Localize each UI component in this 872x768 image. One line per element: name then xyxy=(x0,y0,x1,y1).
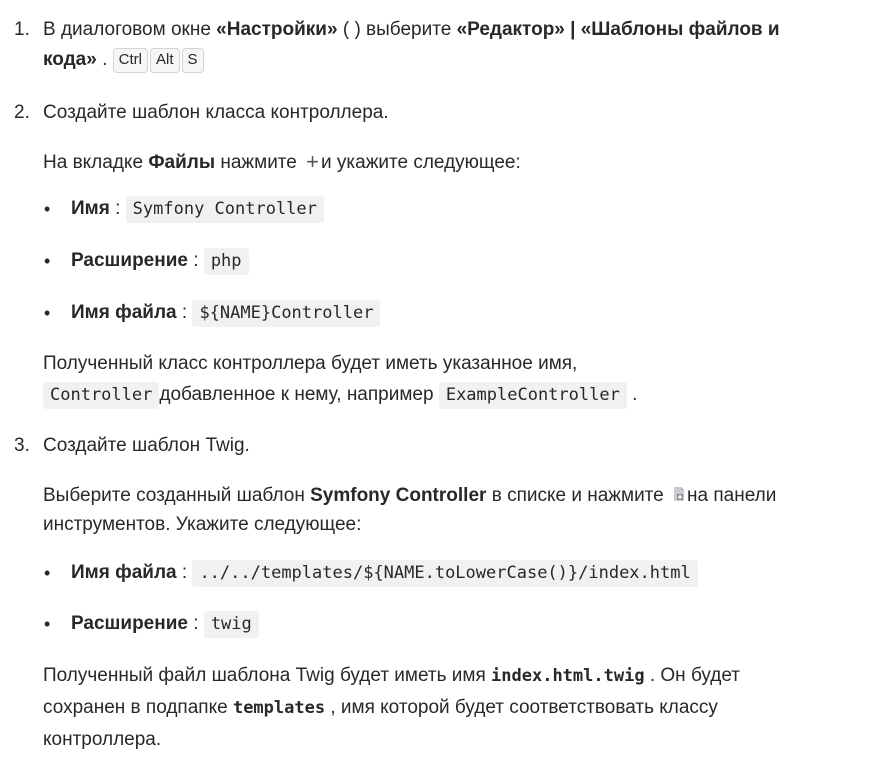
template-name: Symfony Controller xyxy=(310,485,487,506)
field-filename: Имя файла : ../../templates/${NAME.toLow… xyxy=(71,560,698,587)
bullet: • xyxy=(44,251,51,271)
step2-result-line1: Полученный класс контроллера будет иметь… xyxy=(43,353,578,374)
code-value: ${NAME}Controller xyxy=(192,300,381,327)
add-child-template-icon xyxy=(672,485,686,501)
step1-line1: В диалоговом окне «Настройки» ( ) выбери… xyxy=(43,19,780,40)
step-number: 2. xyxy=(14,102,30,123)
plus-icon: + xyxy=(306,149,319,174)
bullet: • xyxy=(44,563,51,583)
step2-instruction: На вкладке Файлы нажмите + и укажите след… xyxy=(43,149,521,174)
files-tab-name: Файлы xyxy=(148,152,216,173)
step2-title: Создайте шаблон класса контроллера. xyxy=(43,102,389,123)
field-extension: Расширение : twig xyxy=(71,611,259,638)
templates-folder-name: templates xyxy=(232,698,326,718)
bullet: • xyxy=(44,614,51,634)
step1-line2: кода» . Ctrl Alt S xyxy=(43,47,206,73)
key-s: S xyxy=(181,48,204,73)
step3-result-line3: контроллера. xyxy=(43,729,162,750)
code-value: Symfony Controller xyxy=(125,196,324,223)
code-value: ExampleController xyxy=(438,382,627,409)
key-alt: Alt xyxy=(149,48,180,73)
settings-dialog-name: «Настройки» xyxy=(216,19,338,40)
step3-title: Создайте шаблон Twig. xyxy=(43,435,250,456)
code-value: php xyxy=(203,248,249,275)
editor-path: «Редактор» | «Шаблоны файлов и xyxy=(456,19,780,40)
key-ctrl: Ctrl xyxy=(112,48,148,73)
field-extension: Расширение : php xyxy=(71,248,249,275)
field-name: Имя : Symfony Controller xyxy=(71,196,324,223)
step3-result-line2: сохранен в подпапке templates , имя кото… xyxy=(43,697,718,718)
step2-result-line2: Controller добавленное к нему, например E… xyxy=(43,382,637,409)
step-number: 3. xyxy=(14,435,30,456)
editor-path-end: кода» xyxy=(43,49,97,70)
step-number: 1. xyxy=(14,19,30,40)
step3-instruction-line2: инструментов. Укажите следующее: xyxy=(43,514,362,535)
bullet: • xyxy=(44,303,51,323)
step3-instruction-line1: Выберите созданный шаблон Symfony Contro… xyxy=(43,485,777,506)
bullet: • xyxy=(44,199,51,219)
step3-result-line1: Полученный файл шаблона Twig будет иметь… xyxy=(43,665,741,686)
template-file-name: index.html.twig xyxy=(491,666,645,686)
code-value: twig xyxy=(203,611,259,638)
code-value: ../../templates/${NAME.toLowerCase()}/in… xyxy=(192,560,698,587)
code-value: Controller xyxy=(43,382,160,409)
field-filename: Имя файла : ${NAME}Controller xyxy=(71,300,381,327)
